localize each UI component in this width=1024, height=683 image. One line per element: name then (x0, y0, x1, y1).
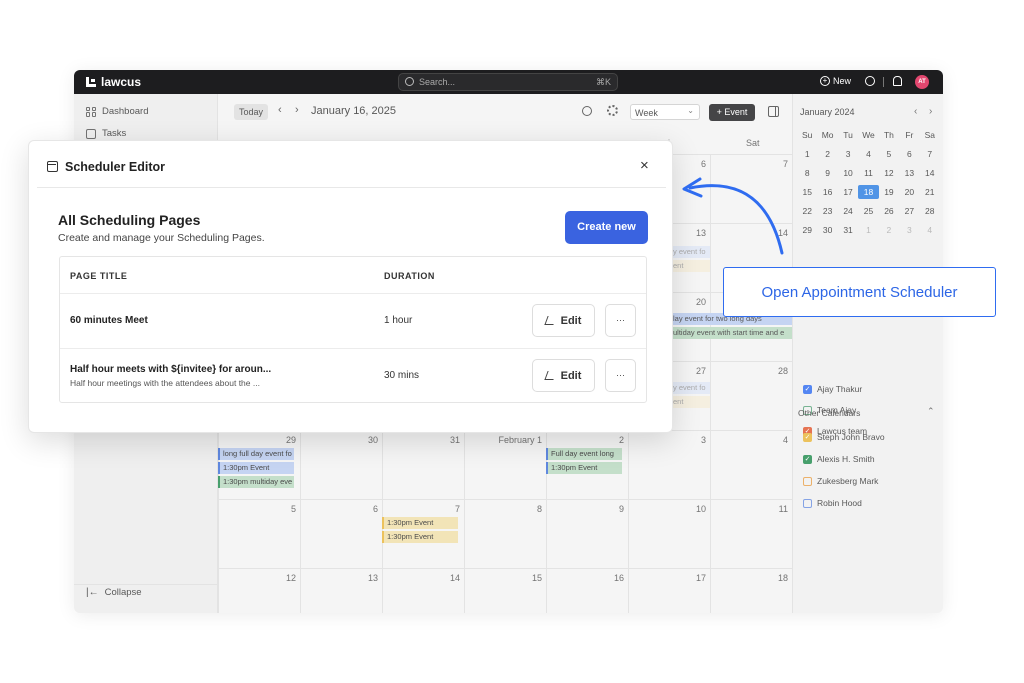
pointer-arrow-icon (682, 177, 784, 255)
open-appointment-scheduler-callout[interactable]: Open Appointment Scheduler (723, 267, 996, 317)
